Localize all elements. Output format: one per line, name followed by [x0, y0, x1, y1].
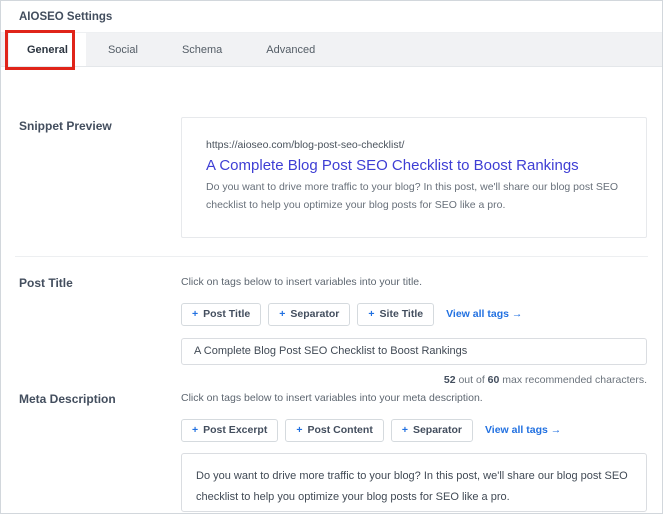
- meta-description-section: Meta Description Click on tags below to …: [1, 390, 662, 514]
- char-count: 52: [444, 374, 456, 386]
- plus-icon: +: [192, 424, 198, 436]
- plus-icon: +: [192, 308, 198, 320]
- snippet-url: https://aioseo.com/blog-post-seo-checkli…: [206, 139, 622, 151]
- snippet-description: Do you want to drive more traffic to you…: [206, 179, 622, 215]
- view-all-tags-link[interactable]: View all tags →: [446, 308, 522, 320]
- tag-button-post-excerpt[interactable]: + Post Excerpt: [181, 419, 278, 442]
- tag-button-separator[interactable]: + Separator: [391, 419, 473, 442]
- tag-button-post-content[interactable]: + Post Content: [285, 419, 383, 442]
- plus-icon: +: [279, 308, 285, 320]
- plus-icon: +: [296, 424, 302, 436]
- tab-general[interactable]: General: [9, 33, 86, 66]
- post-title-label: Post Title: [1, 274, 181, 290]
- post-title-tag-row: + Post Title + Separator + Site Title View …: [181, 303, 647, 326]
- snippet-preview-label: Snippet Preview: [1, 117, 181, 133]
- meta-description-helper-text: Click on tags below to insert variables …: [181, 390, 647, 404]
- tag-button-label: Post Excerpt: [203, 424, 267, 436]
- panel-header: AIOSEO Settings: [1, 1, 662, 33]
- section-divider: [15, 256, 648, 257]
- snippet-title: A Complete Blog Post SEO Checklist to Bo…: [206, 157, 622, 174]
- tab-social[interactable]: Social: [86, 33, 160, 66]
- tag-button-label: Post Title: [203, 308, 250, 320]
- tag-button-label: Post Content: [307, 424, 372, 436]
- plus-icon: +: [368, 308, 374, 320]
- meta-description-label: Meta Description: [1, 390, 181, 406]
- tab-bar: General Social Schema Advanced: [1, 33, 662, 67]
- tag-button-label: Separator: [413, 424, 462, 436]
- meta-description-textarea[interactable]: Do you want to drive more traffic to you…: [181, 453, 647, 512]
- tab-advanced[interactable]: Advanced: [244, 33, 337, 66]
- snippet-preview-card: https://aioseo.com/blog-post-seo-checkli…: [181, 117, 647, 238]
- post-title-helper-text: Click on tags below to insert variables …: [181, 274, 647, 288]
- post-title-section: Post Title Click on tags below to insert…: [1, 274, 662, 386]
- post-title-char-counter: 52 out of 60 max recommended characters.: [181, 374, 647, 386]
- tag-button-post-title[interactable]: + Post Title: [181, 303, 261, 326]
- tab-schema[interactable]: Schema: [160, 33, 244, 66]
- snippet-preview-section: Snippet Preview https://aioseo.com/blog-…: [1, 117, 662, 238]
- tag-button-label: Separator: [290, 308, 339, 320]
- tag-button-site-title[interactable]: + Site Title: [357, 303, 434, 326]
- view-all-tags-link[interactable]: View all tags →: [485, 424, 561, 436]
- char-max: 60: [488, 374, 500, 386]
- tag-button-separator[interactable]: + Separator: [268, 303, 350, 326]
- meta-description-tag-row: + Post Excerpt + Post Content + Separator V…: [181, 419, 647, 442]
- plus-icon: +: [402, 424, 408, 436]
- aioseo-settings-panel: AIOSEO Settings General Social Schema Ad…: [0, 0, 663, 514]
- general-tab-content: Snippet Preview https://aioseo.com/blog-…: [1, 67, 662, 514]
- post-title-input[interactable]: [181, 338, 647, 365]
- tag-button-label: Site Title: [380, 308, 424, 320]
- panel-title: AIOSEO Settings: [19, 11, 112, 23]
